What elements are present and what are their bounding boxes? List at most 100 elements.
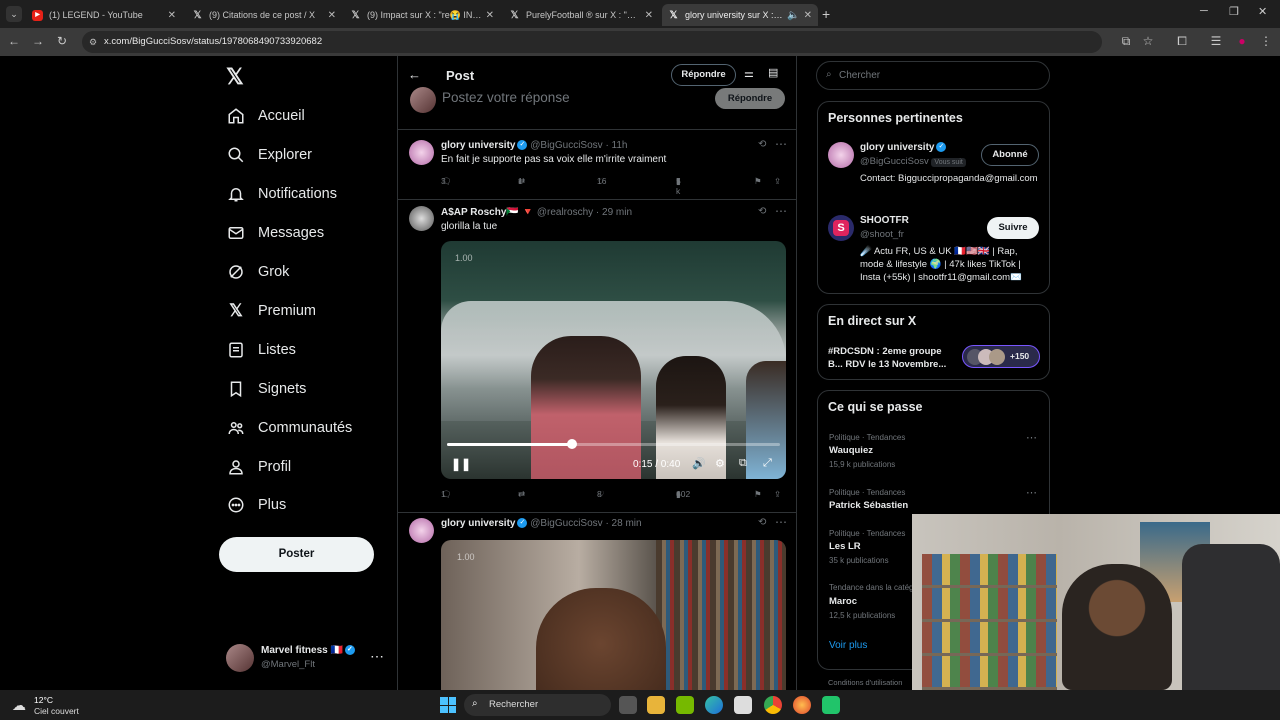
close-tab-icon[interactable]: ✕ — [645, 10, 653, 21]
video-player[interactable]: 1.00 ❚❚ 0:15 / 0:40 🔊 ⚙ ⧉ ⤢ — [441, 241, 786, 479]
address-bar[interactable]: ⚙ x.com/BigGucciSosv/status/197806849073… — [82, 31, 1102, 53]
edge-icon[interactable] — [705, 696, 723, 714]
windows-start-icon[interactable] — [440, 697, 456, 713]
task-view-icon[interactable] — [619, 696, 637, 714]
follow-button[interactable]: Suivre — [987, 217, 1039, 239]
grok-icon[interactable]: ⟲ — [758, 517, 766, 528]
more-options-icon[interactable]: ⋯ — [775, 515, 787, 529]
video-scrubber-handle[interactable] — [566, 439, 577, 449]
grok-icon[interactable]: ⟲ — [758, 139, 766, 150]
live-card: En direct sur X #RDCSDN : 2eme groupe B.… — [817, 304, 1050, 380]
envelope-icon — [226, 223, 246, 243]
file-explorer-icon[interactable] — [647, 696, 665, 714]
nav-item-grok[interactable]: Grok — [226, 257, 289, 287]
maximize-window-icon[interactable]: ❐ — [1229, 5, 1239, 18]
nav-item-listes[interactable]: Listes — [226, 335, 296, 365]
account-switcher[interactable]: Marvel fitness 🇫🇷 ✓ @Marvel_Flt ⋯ — [224, 642, 394, 674]
app-icon[interactable] — [822, 696, 840, 714]
video-player[interactable]: 1.00 — [441, 540, 786, 690]
firefox-icon[interactable] — [793, 696, 811, 714]
close-tab-icon[interactable]: ✕ — [486, 10, 494, 21]
browser-tab-impact[interactable]: 𝕏 (9) Impact sur X : "re😭 INSOLI ✕ — [344, 4, 500, 26]
back-arrow-icon[interactable]: ← — [408, 67, 421, 82]
search-input[interactable]: ⌕ Chercher — [816, 61, 1050, 90]
nav-item-profil[interactable]: Profil — [226, 452, 291, 482]
share-icon[interactable]: ⇪ — [774, 176, 781, 187]
more-options-icon[interactable]: ⋯ — [370, 648, 384, 665]
more-options-icon[interactable]: ⋯ — [775, 137, 787, 151]
close-tab-icon[interactable]: ✕ — [168, 10, 176, 21]
chrome-icon[interactable] — [764, 696, 782, 714]
filter-icon[interactable]: ⚌ — [744, 67, 754, 80]
nav-item-plus[interactable]: Plus — [226, 490, 286, 520]
footer-link[interactable]: Conditions d'utilisation — [828, 678, 902, 687]
reply-composer-input[interactable]: Postez votre réponse — [442, 90, 570, 105]
browser-tab-citations[interactable]: 𝕏 (9) Citations de ce post / X ✕ — [186, 4, 342, 26]
more-options-icon[interactable]: ⋯ — [775, 204, 787, 218]
site-info-icon[interactable]: ⚙ — [89, 31, 97, 53]
extensions-icon[interactable]: ⧠ — [1174, 34, 1190, 49]
picture-in-picture-icon[interactable]: ⧉ — [739, 457, 747, 470]
tweet-header: glory university ✓ @BigGucciSosv · 11h — [441, 140, 628, 151]
video-progress-track[interactable] — [447, 439, 780, 449]
fullscreen-icon[interactable]: ⤢ — [763, 457, 772, 470]
share-icon[interactable]: ⇪ — [774, 489, 781, 500]
minimize-window-icon[interactable]: ─ — [1200, 5, 1208, 17]
bookmark-star-icon[interactable]: ☆ — [1140, 34, 1156, 48]
show-more-link[interactable]: Voir plus — [829, 640, 867, 651]
reply-header-button[interactable]: Répondre — [671, 64, 736, 86]
person-name: SHOOTFR — [860, 215, 909, 226]
nav-item-communautes[interactable]: Communautés — [226, 413, 352, 443]
nav-item-notifications[interactable]: Notifications — [226, 179, 337, 209]
browser-tab-glory-university[interactable]: 𝕏 glory university sur X : "Sex 🔈 ✕ — [662, 4, 818, 26]
gaming-chair — [1182, 544, 1280, 690]
live-event-title[interactable]: #RDCSDN : 2eme groupe B... RDV le 13 Nov… — [828, 345, 956, 371]
settings-gear-icon[interactable]: ⚙ — [715, 457, 725, 470]
volume-icon[interactable]: 🔊 — [692, 457, 706, 470]
nav-item-premium[interactable]: 𝕏 Premium — [226, 296, 316, 326]
account-handle: @Marvel_Flt — [261, 659, 315, 670]
communities-icon — [226, 418, 246, 438]
bookmark-icon[interactable]: ⚑ — [754, 176, 762, 187]
x-logo-icon[interactable]: 𝕏 — [226, 64, 244, 90]
more-options-icon[interactable]: ⋯ — [1026, 486, 1037, 499]
verified-badge-icon: ✓ — [517, 140, 528, 151]
close-tab-icon[interactable]: ✕ — [804, 10, 812, 21]
card-title: Ce qui se passe — [828, 400, 923, 414]
grok-icon[interactable]: ⟲ — [758, 206, 766, 217]
install-app-icon[interactable]: ⧉ — [1118, 34, 1134, 49]
store-icon[interactable] — [734, 696, 752, 714]
pause-icon[interactable]: ❚❚ — [451, 457, 471, 471]
browser-toolbar: ← → ↻ ⚙ x.com/BigGucciSosv/status/197806… — [0, 28, 1280, 56]
nav-item-explorer[interactable]: Explorer — [226, 140, 312, 170]
browser-tab-purelyfootball[interactable]: 𝕏 PurelyFootball ® sur X : "Throw ✕ — [503, 4, 659, 26]
reading-list-icon[interactable]: ☰ — [1208, 34, 1224, 48]
main-column: ← Post Répondre ⚌ ▤ Postez votre réponse… — [397, 56, 797, 690]
reply-submit-button[interactable]: Répondre — [715, 88, 785, 109]
weather-widget[interactable]: ☁ 12°C Ciel couvert — [10, 694, 100, 716]
x-icon: 𝕏 — [669, 9, 678, 21]
profile-icon[interactable]: ● — [1234, 34, 1250, 48]
bookmark-icon[interactable]: ⚑ — [754, 489, 762, 500]
reload-icon[interactable]: ↻ — [54, 34, 70, 48]
nav-item-messages[interactable]: Messages — [226, 218, 324, 248]
more-options-icon[interactable]: ⋯ — [1026, 431, 1037, 444]
post-button[interactable]: Poster — [219, 537, 374, 572]
nav-item-signets[interactable]: Signets — [226, 374, 306, 404]
browser-menu-icon[interactable]: ⋮ — [1258, 34, 1274, 48]
nvidia-icon[interactable] — [676, 696, 694, 714]
close-window-icon[interactable]: ✕ — [1258, 5, 1267, 18]
taskbar-search[interactable]: ⌕ Rechercher — [464, 694, 611, 716]
youtube-icon: ▶ — [32, 9, 43, 21]
reader-view-icon[interactable]: ▤ — [768, 66, 778, 79]
back-arrow-icon[interactable]: ← — [6, 34, 22, 48]
tab-search-icon[interactable]: ⌄ — [6, 6, 22, 22]
close-tab-icon[interactable]: ✕ — [328, 10, 336, 21]
live-listeners-pill[interactable]: +150 — [962, 345, 1040, 368]
forward-arrow-icon[interactable]: → — [30, 34, 46, 48]
new-tab-button[interactable]: + — [822, 6, 830, 22]
following-button[interactable]: Abonné — [981, 144, 1039, 166]
nav-item-accueil[interactable]: Accueil — [226, 101, 305, 131]
browser-tab-youtube[interactable]: ▶ (1) LEGEND - YouTube ✕ — [26, 4, 182, 26]
speaker-icon[interactable]: 🔈 — [787, 10, 799, 21]
